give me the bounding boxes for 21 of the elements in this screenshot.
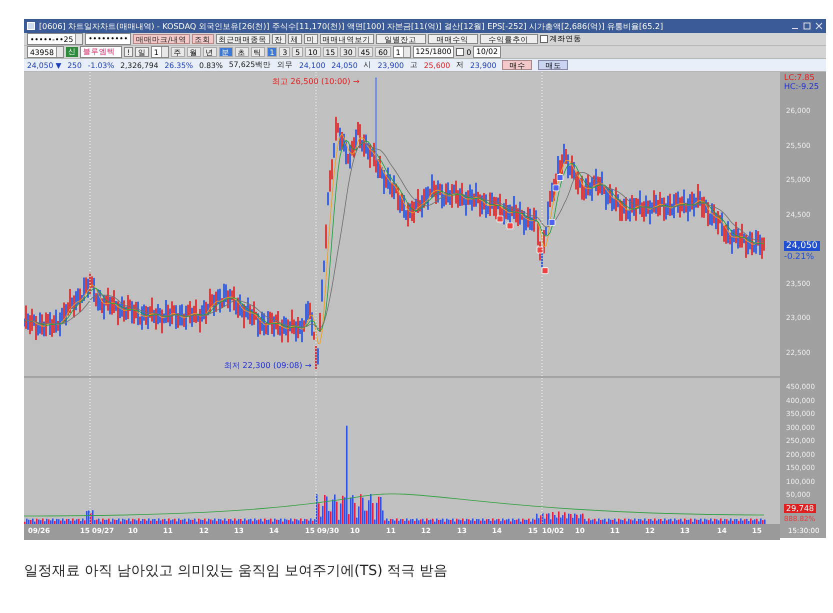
lc-label: LC:7.85 — [784, 73, 815, 82]
window-icon — [27, 22, 35, 30]
trade-marker-icon — [548, 219, 556, 226]
high-price-label: 최고 26,500 (10:00) → — [272, 76, 360, 87]
low-price-label: 최저 22,300 (09:08) → — [224, 360, 312, 371]
trade-marker-icon — [496, 216, 504, 222]
hc-label: HC:-9.25 — [784, 82, 819, 91]
close-icon[interactable] — [815, 22, 823, 30]
trade-marker-icon — [556, 174, 564, 181]
caption: 일정재료 아직 남아있고 의미있는 움직임 보여주기에(TS) 적극 받음 — [24, 562, 448, 580]
checkbox[interactable] — [540, 35, 548, 43]
maximize-icon[interactable] — [803, 22, 811, 30]
current-volume-label: 29,748 — [784, 504, 816, 513]
trade-marker-icon — [552, 184, 560, 192]
price-change-label: -0.21% — [784, 252, 814, 262]
window-title: [0606] 차트일자차트(매매내역) - KOSDAQ 외국인보유[26(천)] 주식수[11,170(천)] 액면[100] 자본금[11(억)] 결산[12월] EPS[-252] 시가총액[2,686(억)] 유통비율[65.2] — [39, 20, 664, 32]
trade-marker-icon — [536, 246, 544, 254]
checkbox[interactable] — [456, 48, 464, 56]
current-price-label: 24,050 — [784, 240, 820, 251]
trade-marker-icon — [506, 222, 514, 230]
trade-marker-icon — [542, 267, 548, 274]
